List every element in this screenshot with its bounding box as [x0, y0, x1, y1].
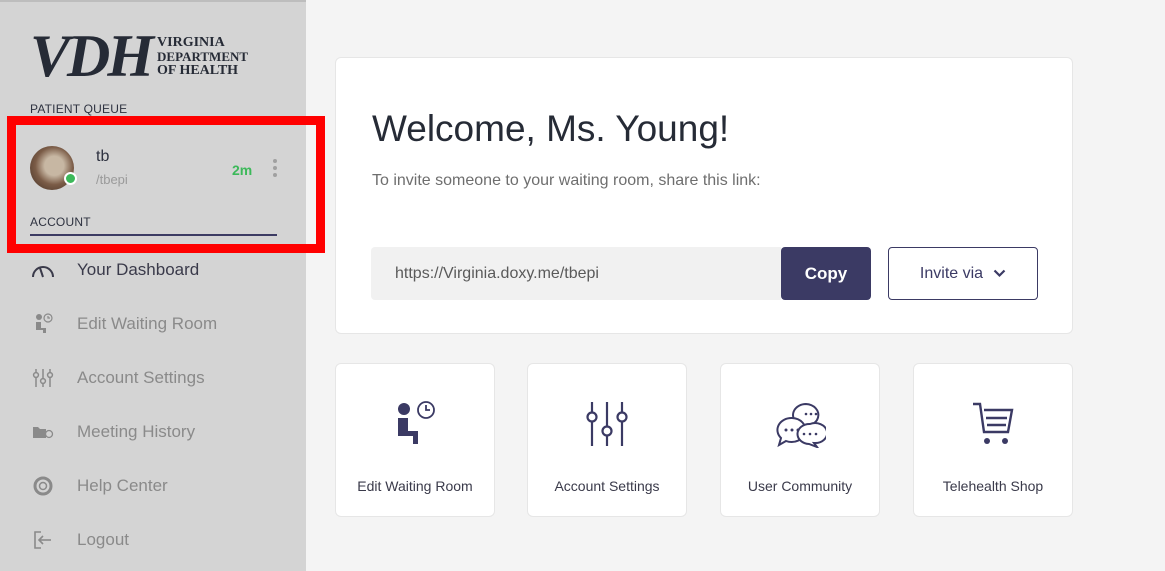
sidebar-item-label: Logout [77, 530, 129, 549]
sidebar-item-label: Edit Waiting Room [77, 314, 218, 333]
meeting-history-icon [30, 421, 56, 443]
sidebar-item-help-center[interactable]: Help Center [30, 470, 168, 502]
sidebar-item-label: Your Dashboard [77, 260, 200, 279]
sidebar-item-label: Meeting History [77, 422, 196, 441]
sidebar-item-label: Account Settings [77, 368, 205, 387]
tile-label: Account Settings [554, 478, 660, 494]
sidebar-item-edit-waiting-room[interactable]: Edit Waiting Room [30, 308, 217, 340]
settings-sliders-icon [528, 400, 686, 448]
page-title: Welcome, Ms. Young! [372, 108, 730, 149]
sidebar-item-logout[interactable]: Logout [30, 524, 129, 556]
tile-edit-waiting-room[interactable]: Edit Waiting Room [335, 363, 495, 517]
logout-icon [30, 529, 56, 551]
sidebar-item-label: Help Center [77, 476, 168, 495]
copy-button[interactable]: Copy [781, 247, 871, 300]
dashboard-gauge-icon [30, 259, 56, 281]
tile-user-community[interactable]: User Community [720, 363, 880, 517]
welcome-card: Welcome, Ms. Young! To invite someone to… [335, 57, 1073, 334]
logo-line-2: DEPARTMENT [157, 49, 249, 64]
tile-label: User Community [747, 478, 853, 494]
sidebar: VDH VIRGINIA DEPARTMENT OF HEALTH PATIEN… [0, 0, 306, 571]
tile-account-settings[interactable]: Account Settings [527, 363, 687, 517]
waiting-room-link-field[interactable]: https://Virginia.doxy.me/tbepi [371, 247, 781, 300]
invite-via-label: Invite via [919, 264, 984, 282]
sidebar-item-account-settings[interactable]: Account Settings [30, 362, 205, 394]
waiting-room-icon [336, 400, 494, 448]
shopping-cart-icon [914, 400, 1072, 448]
chevron-down-icon [993, 269, 1006, 278]
tile-label: Telehealth Shop [942, 478, 1044, 494]
sidebar-item-dashboard[interactable]: Your Dashboard [30, 254, 199, 286]
logo-line-3: OF HEALTH [157, 63, 239, 78]
settings-sliders-icon [30, 367, 56, 389]
invite-instructions: To invite someone to your waiting room, … [372, 172, 761, 189]
waiting-room-icon [30, 313, 56, 335]
tile-telehealth-shop[interactable]: Telehealth Shop [913, 363, 1073, 517]
tile-label: Edit Waiting Room [357, 478, 473, 494]
annotation-highlight-box [7, 116, 325, 253]
logo-text: VIRGINIA DEPARTMENT OF HEALTH [157, 36, 248, 78]
vdh-logo[interactable]: VDH VIRGINIA DEPARTMENT OF HEALTH [30, 23, 248, 89]
chat-bubbles-icon [721, 400, 879, 448]
help-lifebuoy-icon [30, 475, 56, 497]
logo-line-1: VIRGINIA [157, 35, 225, 50]
patient-queue-label: PATIENT QUEUE [30, 102, 128, 116]
invite-via-button[interactable]: Invite via [888, 247, 1038, 300]
sidebar-item-meeting-history[interactable]: Meeting History [30, 416, 195, 448]
logo-mark: VDH [30, 23, 154, 89]
